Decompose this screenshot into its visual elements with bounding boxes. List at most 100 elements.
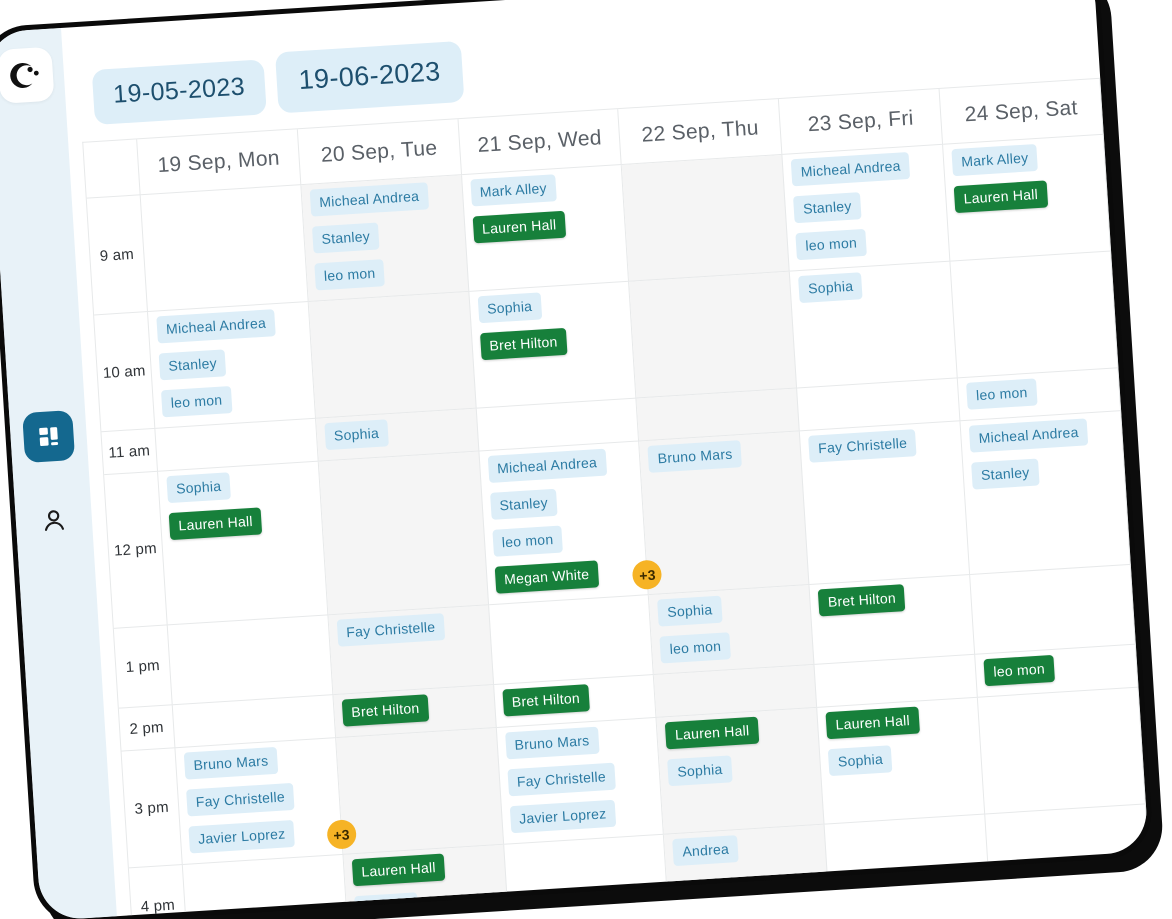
date-tab-current[interactable]: 19-06-2023: [274, 40, 465, 114]
date-tab-previous[interactable]: 19-05-2023: [91, 59, 267, 126]
calendar-slot[interactable]: Sophia leo mon: [649, 585, 815, 675]
calendar-slot[interactable]: Lauren Hall Sophia: [817, 697, 986, 825]
event-pill[interactable]: Micheal Andrea: [487, 448, 607, 483]
event-pill[interactable]: Stanley: [971, 458, 1040, 490]
calendar-slot[interactable]: [503, 834, 670, 919]
event-pill[interactable]: Micheal Andrea: [309, 182, 429, 217]
calendar-slot[interactable]: [622, 154, 791, 282]
calendar-slot[interactable]: [978, 687, 1146, 815]
calendar-slot[interactable]: [629, 271, 798, 399]
calendar-slot[interactable]: [985, 804, 1149, 895]
event-pill[interactable]: leo mon: [983, 654, 1055, 687]
event-pill[interactable]: Sophia: [667, 755, 733, 787]
event-pill[interactable]: Mark Alley: [951, 143, 1039, 177]
event-pill[interactable]: Lauren Hall: [472, 210, 567, 244]
event-pill[interactable]: leo mon: [314, 259, 386, 291]
event-pill[interactable]: Fay Christelle: [507, 762, 616, 797]
event-pill[interactable]: Bret Hilton: [502, 684, 590, 717]
event-pill[interactable]: Bruno Mars: [183, 746, 279, 780]
calendar-slot[interactable]: [318, 451, 489, 616]
event-pill[interactable]: Micheal Andrea: [791, 151, 911, 187]
sidebar-item-dashboard[interactable]: [22, 410, 76, 464]
event-pill[interactable]: Megan White: [494, 560, 600, 594]
event-pill[interactable]: Javier Loprez: [509, 799, 617, 834]
event-pill[interactable]: leo mon: [659, 632, 732, 664]
event-pill[interactable]: Fay Christelle: [186, 782, 295, 817]
calendar-slot[interactable]: [182, 854, 349, 919]
calendar-slot[interactable]: Lauren HallSophia: [508, 914, 675, 919]
calendar-slot[interactable]: [970, 564, 1136, 655]
day-header[interactable]: 22 Sep, Thu: [618, 98, 783, 165]
calendar-slot[interactable]: Micheal Andrea Stanley: [960, 411, 1131, 575]
event-pill[interactable]: Lauren Hall: [825, 706, 920, 740]
event-pill[interactable]: Sophia: [477, 292, 542, 324]
day-header[interactable]: 19 Sep, Mon: [137, 129, 302, 196]
event-pill[interactable]: Mark Alley: [469, 174, 557, 207]
calendar-slot[interactable]: [669, 904, 835, 919]
event-pill[interactable]: Sophia: [353, 892, 419, 919]
event-pill[interactable]: Bruno Mars: [647, 440, 743, 473]
smiley-logo-icon[interactable]: [0, 46, 55, 104]
calendar-slot[interactable]: Fay Christelle: [328, 605, 494, 696]
calendar-slot[interactable]: Fay Christelle: [800, 421, 971, 586]
event-pill[interactable]: Bret Hilton: [341, 694, 430, 727]
calendar-slot[interactable]: Sophia: [790, 261, 958, 389]
calendar-slot[interactable]: Micheal Andrea Stanley leo mon Megan White +…: [479, 441, 663, 606]
calendar-slot[interactable]: Lauren Hall Sophia: [343, 844, 509, 919]
event-pill[interactable]: Stanley: [311, 222, 380, 254]
sidebar-item-profile[interactable]: [27, 494, 80, 547]
event-pill[interactable]: Lauren Hall: [351, 853, 446, 887]
day-header[interactable]: 21 Sep, Wed: [458, 109, 623, 176]
event-pill[interactable]: leo mon: [492, 525, 564, 557]
event-pill[interactable]: Fay Christelle: [336, 613, 446, 647]
event-pill[interactable]: leo mon: [966, 378, 1038, 410]
calendar-slot[interactable]: Mark Alley Lauren Hall: [943, 134, 1112, 262]
calendar-slot[interactable]: Mark Alley Lauren Hall: [461, 164, 630, 292]
calendar-slot[interactable]: [829, 894, 996, 919]
calendar-slot[interactable]: [140, 185, 309, 313]
calendar-slot[interactable]: [308, 291, 477, 419]
event-pill[interactable]: Bret Hilton: [479, 327, 568, 361]
calendar-slot[interactable]: Lauren Hall Sophia: [656, 707, 825, 835]
event-pill[interactable]: Stanley: [158, 349, 227, 381]
calendar-slot[interactable]: Bruno Mars Fay Christelle Javier Loprez +3: [175, 738, 357, 865]
calendar-slot[interactable]: [488, 595, 655, 686]
event-pill[interactable]: Bruno Mars: [504, 726, 600, 760]
event-pill[interactable]: Sophia: [166, 472, 232, 504]
event-pill[interactable]: Stanley: [793, 192, 862, 224]
grid-dashboard-icon: [34, 422, 64, 452]
event-pill[interactable]: Micheal Andrea: [156, 309, 276, 344]
calendar-slot[interactable]: Micheal Andrea Stanley leo mon: [301, 175, 470, 302]
event-pill[interactable]: Micheal Andrea: [968, 418, 1089, 453]
event-pill[interactable]: Sophia: [828, 745, 893, 777]
event-pill[interactable]: leo mon: [160, 386, 233, 418]
event-pill[interactable]: Lauren Hall: [665, 716, 760, 750]
calendar-slot[interactable]: Bruno Mars Fay Christelle Javier Loprez: [496, 717, 665, 845]
calendar-slot[interactable]: Bret Hilton: [809, 574, 976, 665]
event-pill[interactable]: Lauren Hall: [168, 507, 263, 541]
calendar-slot[interactable]: Micheal Andrea Stanley leo mon: [782, 144, 951, 272]
event-pill[interactable]: Andrea: [672, 835, 739, 867]
calendar-slot[interactable]: [335, 727, 504, 855]
calendar-slot[interactable]: Sophia Bret Hilton: [469, 281, 637, 409]
calendar-slot[interactable]: Andrea: [664, 824, 830, 915]
event-pill[interactable]: Sophia: [657, 595, 723, 627]
calendar-slot[interactable]: [990, 884, 1149, 919]
calendar-slot[interactable]: Sophia Lauren Hall: [158, 461, 329, 626]
day-header[interactable]: 24 Sep, Sat: [939, 78, 1104, 145]
event-pill[interactable]: Fay Christelle: [808, 429, 917, 463]
calendar-slot[interactable]: Bruno Mars: [639, 431, 810, 596]
event-pill[interactable]: Sophia: [798, 272, 864, 304]
event-pill[interactable]: Stanley: [489, 488, 558, 520]
event-pill[interactable]: Lauren Hall: [953, 180, 1048, 214]
event-pill[interactable]: leo mon: [795, 228, 867, 261]
day-header[interactable]: 23 Sep, Fri: [779, 88, 944, 155]
calendar-slot[interactable]: [950, 251, 1119, 379]
calendar-slot[interactable]: [824, 814, 991, 905]
event-pill[interactable]: Javier Loprez: [188, 819, 296, 854]
calendar-slot[interactable]: [167, 615, 334, 706]
event-pill[interactable]: Sophia: [324, 419, 389, 451]
event-pill[interactable]: Bret Hilton: [818, 584, 906, 617]
day-header[interactable]: 20 Sep, Tue: [297, 119, 462, 186]
calendar-slot[interactable]: Micheal Andrea Stanley leo mon: [148, 301, 316, 429]
